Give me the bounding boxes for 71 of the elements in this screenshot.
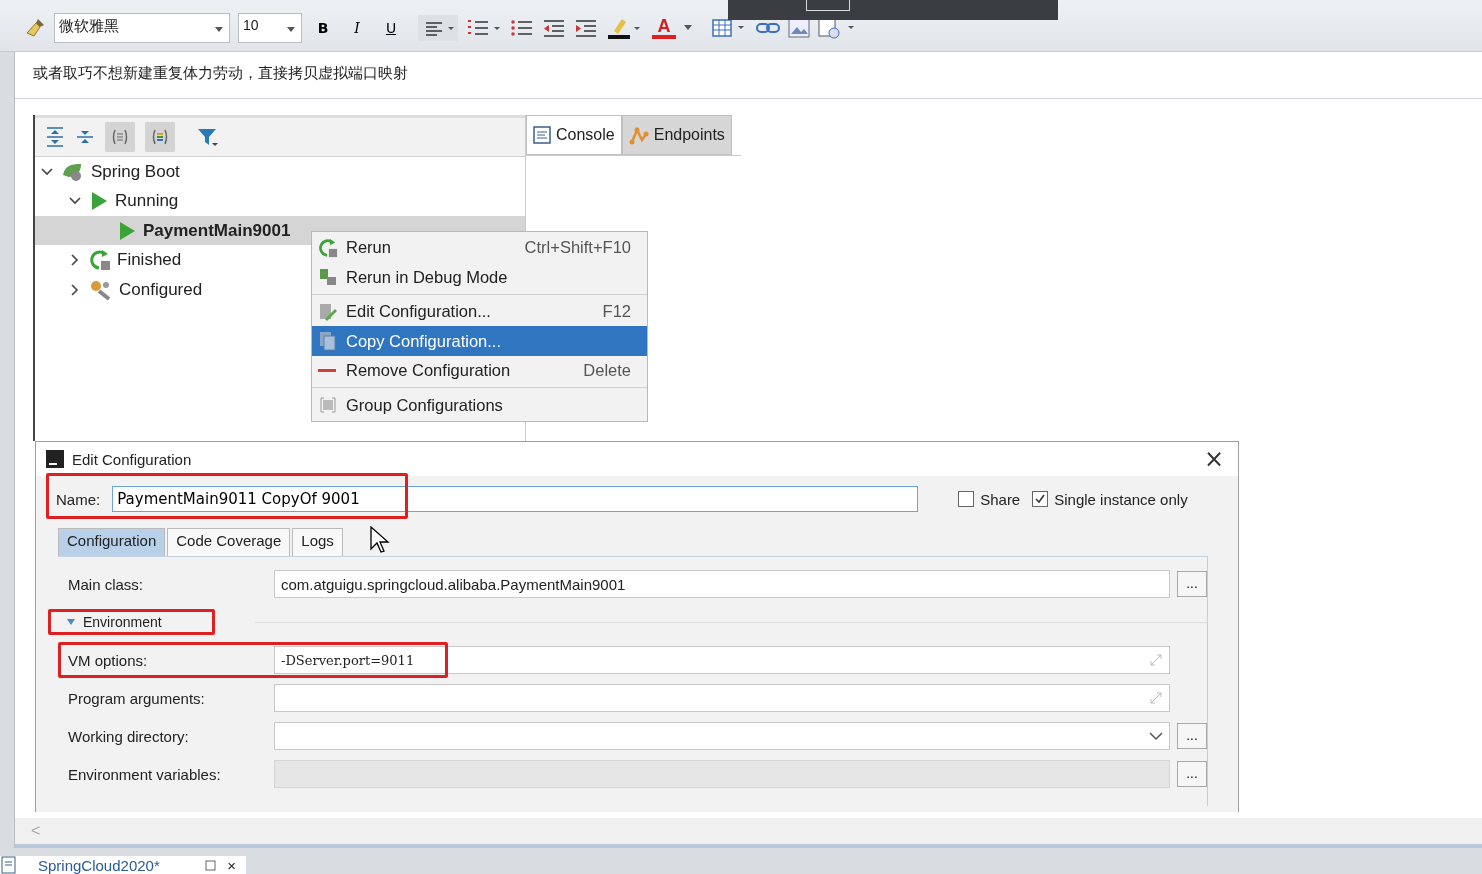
input-field[interactable]: -DServer.port=9011 [274,646,1170,675]
play-icon [117,220,137,241]
caret-icon [215,26,223,32]
tree-label: PaymentMain9001 [143,220,291,241]
menu-item[interactable]: Edit Configuration... F12 [312,296,647,327]
menu-item[interactable]: Rerun in Debug Mode [312,262,647,292]
group-icon[interactable] [105,121,135,152]
tab[interactable]: Logs [292,528,343,557]
dialog-title: Edit Configuration [72,450,193,468]
checkbox[interactable] [1032,491,1049,508]
rerun-icon [89,249,111,272]
browse-button[interactable]: ... [1177,571,1207,598]
chevron-icon[interactable] [1149,731,1163,742]
cursor-icon [370,526,390,555]
field-label: Environment variables: [68,765,222,783]
input-field[interactable] [274,722,1170,751]
caret-icon [287,26,295,32]
panel-tab[interactable]: Console [526,114,622,155]
format-button[interactable]: B [310,14,336,41]
debug-icon [318,267,338,288]
font-select[interactable]: 微软雅黑 [54,12,230,43]
format-button[interactable]: I [344,14,370,41]
name-field[interactable]: PaymentMain9011 CopyOf 9001 [112,486,919,513]
copy-icon [318,331,338,352]
tree-label: Running [115,191,179,212]
field-label: Program arguments: [68,689,206,707]
tree-label: Spring Boot [91,161,180,182]
align-icon[interactable] [418,14,458,41]
main-class-field[interactable]: com.atguigu.springcloud.alibaba.PaymentMain9001 [274,570,1170,599]
format-button[interactable]: U [378,14,404,41]
tree-label: Finished [117,250,182,271]
chevron-icon[interactable] [69,254,81,267]
checkbox[interactable] [958,491,975,508]
brush-icon[interactable] [24,16,46,39]
document-tab[interactable]: SpringCloud2020* × [0,856,246,874]
tab[interactable]: Code Coverage [167,528,291,557]
image-icon[interactable] [788,17,810,38]
expand-all-icon[interactable] [45,125,65,148]
console-icon [533,125,551,144]
rerun-icon [318,237,338,258]
size-select[interactable]: 10 [238,12,302,43]
play-icon [89,191,109,212]
checkbox-label: Share [980,490,1021,508]
edit-icon [318,301,338,322]
font-color-button[interactable]: A [652,16,676,39]
menu-item[interactable]: Remove Configuration Delete [312,355,647,386]
field-label: VM options: [68,651,149,669]
caret-icon[interactable] [684,25,692,30]
field-label: Name: [56,490,101,508]
field-label: Working directory: [68,727,190,745]
note-text: 或者取巧不想新建重复体力劳动，直接拷贝虚拟端口映射 [15,64,1482,99]
group-icon[interactable] [145,121,175,152]
field-label: Main class: [68,575,145,593]
close-button[interactable]: × [227,856,236,874]
tree-label: Configured [119,279,203,300]
chevron-icon[interactable] [69,283,81,296]
document-icon [0,856,18,874]
tree-item[interactable]: Running [35,186,525,216]
browse-button[interactable]: ... [1177,723,1207,750]
tab[interactable]: Configuration [58,528,166,557]
menu-item[interactable]: Group Configurations [312,390,647,420]
section-header[interactable]: Environment [48,609,215,636]
panel-tab[interactable]: Endpoints [621,114,732,155]
checkbox-label: Single instance only [1054,490,1188,508]
close-button[interactable]: × [1199,445,1228,474]
app-icon [46,450,64,469]
tree-item[interactable]: Spring Boot [35,156,525,187]
input-field[interactable] [274,684,1170,713]
chevron-icon[interactable] [41,165,53,178]
wrench-icon [89,278,113,301]
menu-item[interactable]: Copy Configuration... [312,326,647,356]
